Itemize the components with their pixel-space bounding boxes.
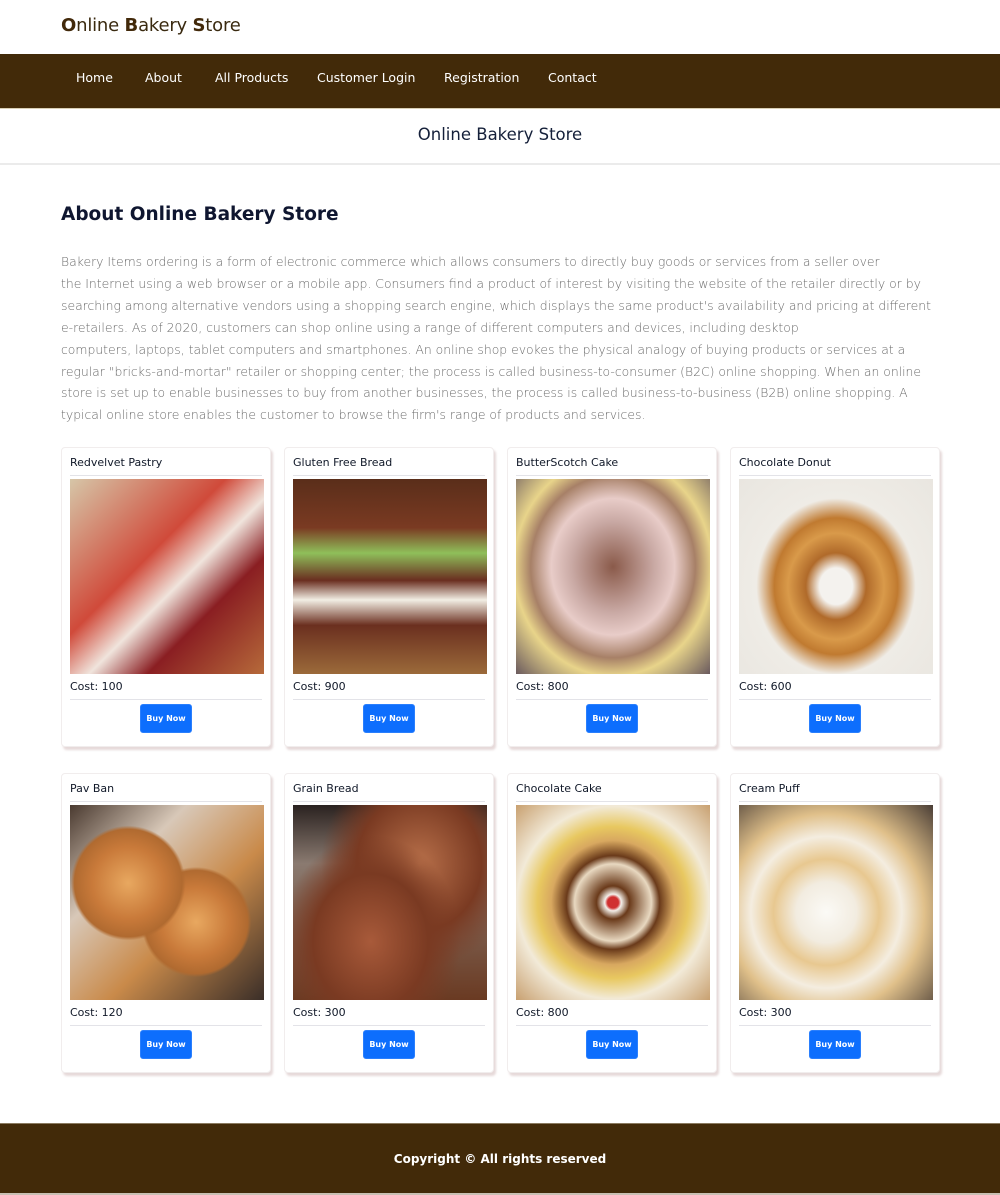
product-name: Cream Puff — [739, 782, 800, 795]
buy-now-button[interactable]: Buy Now — [363, 1030, 415, 1059]
buy-now-button[interactable]: Buy Now — [586, 1030, 638, 1059]
divider — [70, 475, 262, 476]
product-card: Chocolate Cake Cost: 800 Buy Now — [507, 773, 717, 1073]
divider — [739, 699, 931, 700]
about-line: computers, laptops, tablet computers and… — [61, 341, 906, 357]
product-image-redvelvet-pastry — [70, 479, 264, 674]
page-banner-title: Online Bakery Store — [417, 125, 583, 144]
logo-letter: O — [61, 15, 77, 36]
nav-customer-login[interactable]: Customer Login — [317, 70, 415, 85]
logo-letter: B — [124, 15, 139, 36]
logo-text: tore — [205, 15, 241, 36]
divider — [293, 475, 485, 476]
product-card: Gluten Free Bread Cost: 900 Buy Now — [284, 447, 494, 747]
divider — [70, 801, 262, 802]
divider — [70, 1025, 262, 1026]
product-image-chocolate-donut — [739, 479, 933, 674]
product-card: Redvelvet Pastry Cost: 100 Buy Now — [61, 447, 271, 747]
about-line: the Internet using a web browser or a mo… — [61, 275, 921, 291]
nav-about[interactable]: About — [145, 70, 182, 85]
product-cost: Cost: 900 — [293, 680, 346, 693]
product-card: Pav Ban Cost: 120 Buy Now — [61, 773, 271, 1073]
product-cost: Cost: 300 — [739, 1006, 792, 1019]
product-image-pav-ban — [70, 805, 264, 1000]
product-card: ButterScotch Cake Cost: 800 Buy Now — [507, 447, 717, 747]
divider — [293, 1025, 485, 1026]
about-line: store is set up to enable businesses to … — [61, 385, 908, 401]
buy-now-button[interactable]: Buy Now — [140, 704, 192, 733]
product-cost: Cost: 600 — [739, 680, 792, 693]
nav-all-products[interactable]: All Products — [215, 70, 288, 85]
about-line: e-retailers. As of 2020, customers can s… — [61, 319, 799, 335]
product-image-gluten-free-bread — [293, 479, 487, 674]
site-logo[interactable]: Online Bakery Store — [61, 15, 241, 36]
buy-now-button[interactable]: Buy Now — [363, 704, 415, 733]
footer: Copyright © All rights reserved — [0, 1123, 1000, 1193]
about-heading: About Online Bakery Store — [61, 204, 339, 225]
product-cost: Cost: 100 — [70, 680, 123, 693]
product-card: Chocolate Donut Cost: 600 Buy Now — [730, 447, 940, 747]
product-name: Gluten Free Bread — [293, 456, 393, 469]
product-name: ButterScotch Cake — [516, 456, 619, 469]
product-name: Pav Ban — [70, 782, 115, 795]
copyright-text: Copyright © All rights reserved — [393, 1152, 607, 1166]
about-line: typical online store enables the custome… — [61, 407, 646, 423]
logo-text: akery — [138, 15, 193, 36]
logo-text: nline — [76, 15, 125, 36]
buy-now-button[interactable]: Buy Now — [140, 1030, 192, 1059]
divider — [516, 475, 708, 476]
product-image-butterscotch-cake — [516, 479, 710, 674]
product-image-cream-puff — [739, 805, 933, 1000]
product-cost: Cost: 120 — [70, 1006, 123, 1019]
divider — [70, 699, 262, 700]
divider — [516, 801, 708, 802]
divider — [516, 1025, 708, 1026]
buy-now-button[interactable]: Buy Now — [586, 704, 638, 733]
about-line: regular "bricks-and-mortar" retailer or … — [61, 363, 922, 379]
product-cost: Cost: 800 — [516, 1006, 569, 1019]
divider — [739, 475, 931, 476]
about-line: Bakery Items ordering is a form of elect… — [61, 254, 880, 269]
product-card: Grain Bread Cost: 300 Buy Now — [284, 773, 494, 1073]
page-banner: Online Bakery Store — [0, 110, 1000, 165]
product-name: Redvelvet Pastry — [70, 456, 163, 469]
nav-contact[interactable]: Contact — [548, 70, 597, 85]
about-paragraph: Bakery Items ordering is a form of elect… — [61, 251, 941, 426]
product-name: Chocolate Donut — [739, 456, 831, 469]
product-image-grain-bread — [293, 805, 487, 1000]
product-cost: Cost: 800 — [516, 680, 569, 693]
divider — [293, 699, 485, 700]
buy-now-button[interactable]: Buy Now — [809, 704, 861, 733]
divider — [739, 1025, 931, 1026]
product-name: Grain Bread — [293, 782, 359, 795]
product-card: Cream Puff Cost: 300 Buy Now — [730, 773, 940, 1073]
nav-registration[interactable]: Registration — [444, 70, 519, 85]
divider — [739, 801, 931, 802]
product-image-chocolate-cake — [516, 805, 710, 1000]
product-name: Chocolate Cake — [516, 782, 602, 795]
divider — [516, 699, 708, 700]
top-header: Online Bakery Store — [0, 0, 1000, 54]
logo-letter: S — [192, 15, 206, 36]
about-line: searching among alternative vendors usin… — [61, 297, 931, 313]
buy-now-button[interactable]: Buy Now — [809, 1030, 861, 1059]
nav-home[interactable]: Home — [76, 70, 113, 85]
divider — [293, 801, 485, 802]
main-navbar: Home About All Products Customer Login R… — [0, 54, 1000, 109]
product-cost: Cost: 300 — [293, 1006, 346, 1019]
